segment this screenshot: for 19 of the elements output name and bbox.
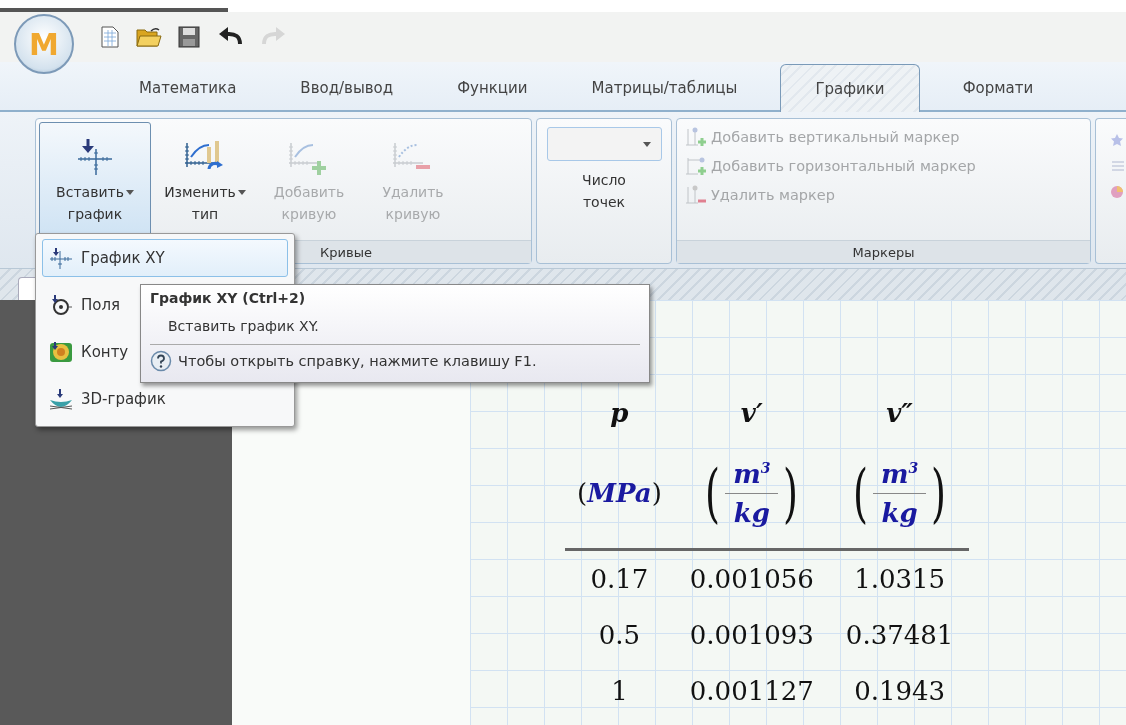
table-value: 0.001093 bbox=[689, 620, 814, 650]
variable-name: v″ bbox=[886, 398, 913, 430]
table-value: 0.17 bbox=[590, 564, 649, 594]
table-value: 1 bbox=[611, 676, 628, 706]
group-label: Кривые bbox=[320, 244, 372, 260]
table-value: 0.1943 bbox=[854, 676, 946, 706]
unit-label: (MPa) bbox=[577, 478, 662, 508]
variable-name: p bbox=[610, 398, 629, 430]
tooltip-text: Вставить график XY. bbox=[167, 317, 320, 334]
table-value: 0.001127 bbox=[689, 676, 814, 706]
tooltip-help-text: Чтобы открыть справку, нажмите клавишу F1. bbox=[178, 353, 537, 369]
table-value: 0.001056 bbox=[689, 564, 814, 594]
variable-name: v′ bbox=[740, 398, 763, 430]
points-label: Число точек bbox=[582, 171, 626, 212]
group-label: Маркеры bbox=[677, 240, 1090, 263]
table-value: 0.37481 bbox=[845, 620, 954, 650]
tooltip-title: График XY (Ctrl+2) bbox=[150, 290, 307, 306]
table-value: 1.0315 bbox=[854, 564, 946, 594]
table-value: 0.5 bbox=[598, 620, 641, 650]
